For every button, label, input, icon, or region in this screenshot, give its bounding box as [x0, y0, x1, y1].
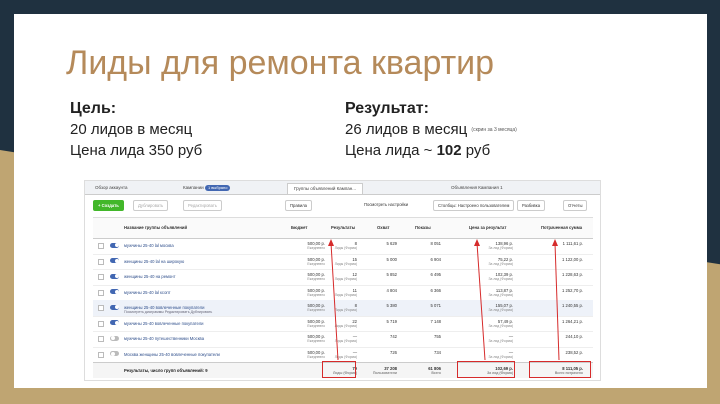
result-price-suffix: руб [461, 142, 491, 159]
result-price-line: Цена лида ~ 102 руб [345, 142, 490, 159]
slide: Лиды для ремонта квартир Цель: 20 лидов … [14, 14, 707, 388]
result-leads-line: 26 лидов в месяц (скрин за 3 месяца) [345, 121, 517, 138]
ads-manager-screenshot: Обзор аккаунта Кампании 1 выбрано Группы… [84, 180, 601, 381]
result-leads: 26 лидов в месяц [345, 121, 468, 138]
goal-price: Цена лида 350 руб [70, 142, 203, 159]
goal-label: Цель: [70, 100, 117, 117]
slide-title: Лиды для ремонта квартир [66, 44, 495, 82]
result-note: (скрин за 3 месяца) [471, 127, 517, 134]
result-label: Результат: [345, 100, 429, 117]
result-price-value: 102 [436, 142, 462, 159]
goal-leads: 20 лидов в месяц [70, 121, 193, 138]
result-price-prefix: Цена лида ~ [345, 142, 437, 159]
annotation-arrows [328, 239, 560, 361]
